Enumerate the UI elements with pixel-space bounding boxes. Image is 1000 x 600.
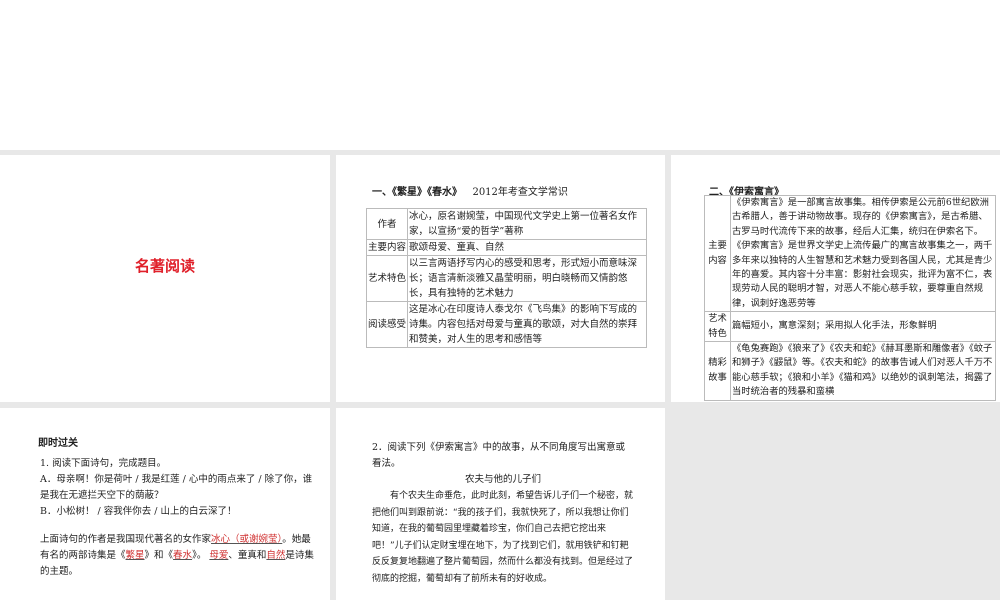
poem-b: B．小松树！ / 容我伴你去 / 山上的白云深了！ bbox=[40, 506, 237, 517]
question-text: 2．阅读下列《伊索寓言》中的故事，从不同角度写出寓意或看法。 bbox=[372, 442, 626, 469]
slide-1[interactable]: 名著阅读 bbox=[0, 155, 330, 402]
slide-2[interactable]: 一、《繁星》《春水》 2012年考查文学常识 作者 冰心，原名谢婉莹，中国现代文学… bbox=[336, 155, 665, 402]
info-table: 主要内容 《伊索寓言》是一部寓言故事集。相传伊索是公元前6世纪欧洲古希腊人，善于讲… bbox=[704, 194, 996, 401]
row-key: 精彩故事 bbox=[704, 341, 731, 401]
info-table: 作者 冰心，原名谢婉莹，中国现代文学史上第一位著名女作家，以宣扬“爱的哲学”著称 … bbox=[365, 208, 647, 348]
row-value: 冰心，原名谢婉莹，中国现代文学史上第一位著名女作家，以宣扬“爱的哲学”著称 bbox=[407, 208, 647, 240]
slide-5[interactable]: 2．阅读下列《伊索寓言》中的故事，从不同角度写出寓意或看法。 农夫与他的儿子们 … bbox=[336, 408, 665, 600]
row-value: 歌颂母爱、童真、自然 bbox=[407, 239, 647, 256]
row-value: 篇幅短小，寓意深刻；采用拟人化手法，形象鲜明 bbox=[730, 311, 996, 343]
section-heading: 即时过关 bbox=[38, 438, 78, 449]
row-value: 《龟兔赛跑》《狼来了》《农夫和蛇》《赫耳墨斯和雕像者》《蚊子和狮子》《鼹鼠》等。… bbox=[730, 341, 996, 401]
story-title: 农夫与他的儿子们 bbox=[464, 474, 541, 485]
section-heading: 一、《繁星》《春水》 2012年考查文学常识 bbox=[372, 187, 568, 198]
slide-title: 名著阅读 bbox=[134, 257, 195, 275]
story-text: 有个农夫生命垂危，此时此刻，希望告诉儿子们一个秘密，就把他们叫到跟前说：“我的孩… bbox=[372, 491, 634, 584]
question-text: 1. 阅读下面诗句，完成题目。 bbox=[40, 458, 167, 469]
row-key: 主要内容 bbox=[365, 239, 409, 256]
row-value: 《伊索寓言》是一部寓言故事集。相传伊索是公元前6世纪欧洲古希腊人，善于讲动物故事… bbox=[730, 194, 996, 313]
row-key: 艺术特色 bbox=[365, 255, 409, 302]
fill-in-answer: 上面诗句的作者是我国现代著名的女作家冰心（或谢婉莹）。她最有名的两部诗集是《繁星… bbox=[40, 534, 314, 577]
row-value: 这是冰心在印度诗人泰戈尔《飞鸟集》的影响下写成的诗集。内容包括对母爱与童真的歌颂… bbox=[407, 301, 647, 348]
row-key: 阅读感受 bbox=[365, 301, 409, 348]
row-value: 以三言两语抒写内心的感受和思考，形式短小而意味深长；语言清新淡雅又晶莹明丽，明白… bbox=[407, 255, 647, 302]
slide-3[interactable]: 二、《伊索寓言》 主要内容 《伊索寓言》是一部寓言故事集。相传伊索是公元前6世纪欧… bbox=[671, 155, 1000, 402]
row-key: 主要内容 bbox=[704, 194, 731, 313]
row-key: 艺术特色 bbox=[704, 311, 731, 343]
slide-4[interactable]: 即时过关 1. 阅读下面诗句，完成题目。 A．母亲啊！你是荷叶 / 我是红莲 /… bbox=[0, 408, 330, 600]
poem-a: A．母亲啊！你是荷叶 / 我是红莲 / 心中的雨点来了 / 除了你，谁是我在无遮… bbox=[40, 474, 313, 501]
row-key: 作者 bbox=[365, 208, 409, 240]
